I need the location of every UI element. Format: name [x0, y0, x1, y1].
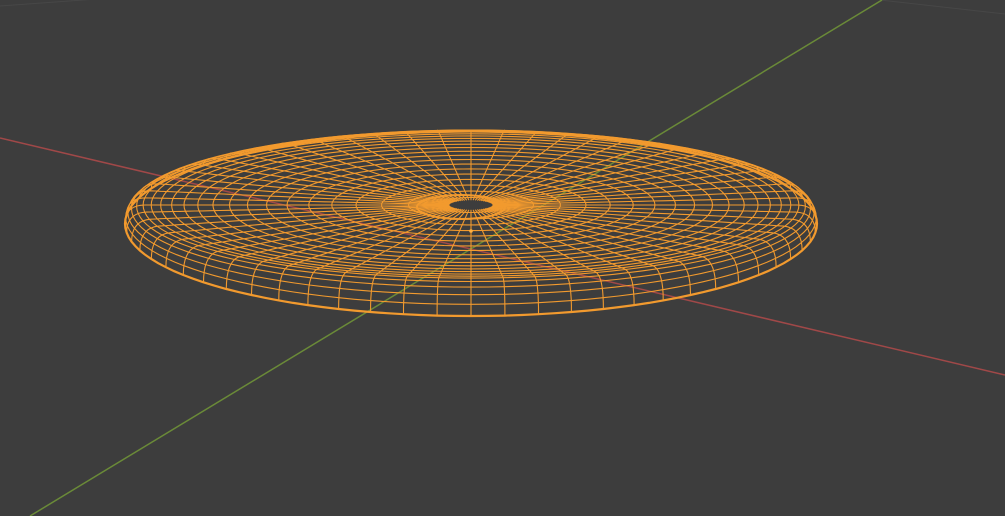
- viewport-canvas[interactable]: [0, 0, 1005, 516]
- y-axis-line: [29, 0, 883, 516]
- floor-grid: [0, 0, 1005, 15]
- grid-line: [0, 0, 91, 7]
- 3d-viewport[interactable]: [0, 0, 1005, 516]
- object-origin-dot[interactable]: [469, 229, 473, 233]
- x-axis-line: [0, 137, 1005, 376]
- spheroid-wireframe-mesh[interactable]: [123, 129, 819, 318]
- grid-line: [879, 0, 1005, 15]
